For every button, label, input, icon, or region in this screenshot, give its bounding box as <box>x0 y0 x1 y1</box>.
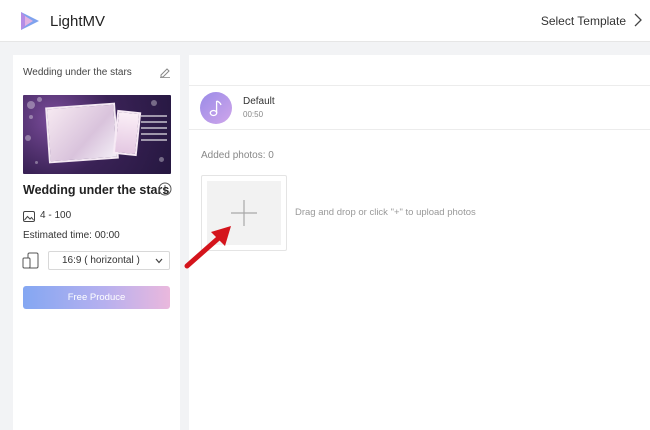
chevron-right-icon[interactable] <box>634 13 642 27</box>
music-thumbnail[interactable] <box>200 92 232 124</box>
upload-hint: Drag and drop or click "+" to upload pho… <box>295 207 476 218</box>
device-icon <box>22 252 39 269</box>
aspect-ratio-select[interactable]: 16:9 ( horizontal ) <box>48 251 170 270</box>
template-thumbnail[interactable] <box>23 95 171 174</box>
photos-icon <box>23 211 35 222</box>
aspect-ratio-value: 16:9 ( horizontal ) <box>62 255 140 266</box>
lightmv-logo-icon[interactable] <box>19 10 41 32</box>
music-name: Default <box>243 96 275 107</box>
photos-range: 4 - 100 <box>40 210 72 221</box>
editor-main-panel: Default 00:50 Added photos: 0 Drag and d… <box>189 55 650 430</box>
project-name[interactable]: Wedding under the stars <box>23 67 132 78</box>
free-produce-button[interactable]: Free Produce <box>23 286 170 309</box>
template-sidebar: Wedding under the stars Wedding under th… <box>13 55 180 430</box>
music-duration: 00:50 <box>243 110 264 119</box>
info-icon[interactable] <box>158 182 172 196</box>
chevron-down-icon <box>155 258 163 264</box>
select-template-link[interactable]: Select Template <box>541 14 626 28</box>
music-note-icon <box>209 100 222 117</box>
estimated-time: Estimated time: 00:00 <box>23 230 120 241</box>
top-bar: LightMV Select Template <box>0 0 650 42</box>
red-arrow-annotation <box>184 226 231 269</box>
added-photos-count: Added photos: 0 <box>201 150 274 161</box>
app-name: LightMV <box>50 13 106 30</box>
edit-icon[interactable] <box>159 66 171 78</box>
music-row[interactable]: Default 00:50 <box>189 86 650 130</box>
main-header <box>189 55 650 86</box>
template-title: Wedding under the stars <box>23 183 170 197</box>
